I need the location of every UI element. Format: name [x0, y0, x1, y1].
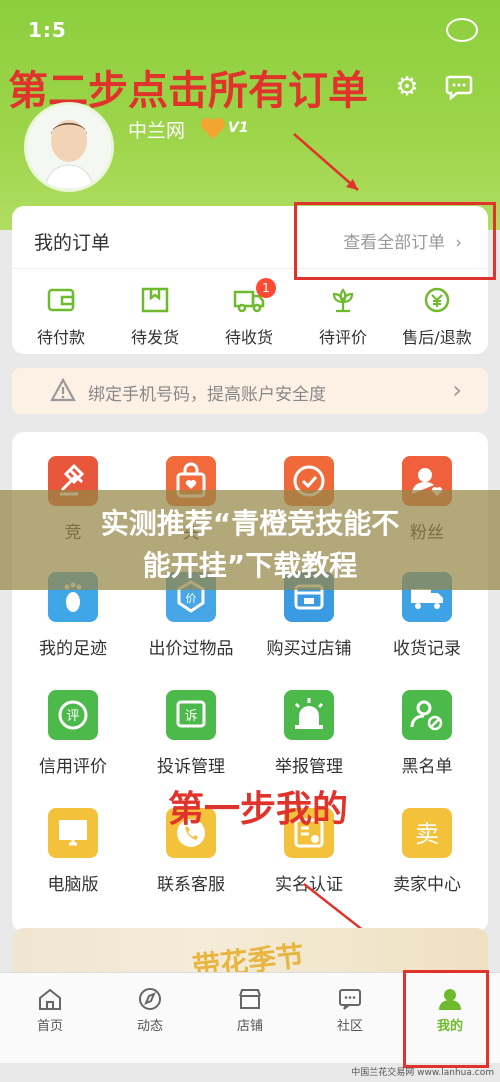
box-icon [141, 287, 169, 313]
tool-label: 出价过物品 [148, 639, 234, 659]
refund-icon [424, 287, 450, 313]
order-status-after-sales[interactable]: 售后/退款 [392, 286, 482, 348]
status-time: 1:5 [28, 18, 67, 42]
tab-label: 社区 [336, 1019, 363, 1034]
credit-icon: 评 [48, 690, 98, 740]
tool-item[interactable]: 诉 投诉管理 [132, 690, 250, 777]
annotation-box-view-all [294, 202, 496, 280]
tab-label: 首页 [36, 1019, 63, 1034]
order-status-label: 待收货 [224, 328, 273, 347]
tool-item[interactable]: 举报管理 [250, 690, 368, 777]
flower-icon [332, 288, 354, 313]
tab-label: 店铺 [236, 1019, 263, 1034]
tab-shops[interactable]: 店铺 [200, 987, 300, 1034]
order-status-pending-shipment[interactable]: 待发货 [110, 286, 200, 348]
level-badge: V1 [228, 120, 249, 136]
overlay-line-2: 能开挂”下载教程 [142, 549, 358, 582]
blacklist-icon [402, 690, 452, 740]
heart-icon [200, 117, 226, 140]
order-status-label: 售后/退款 [402, 328, 472, 347]
tool-label: 黑名单 [401, 757, 453, 777]
annotation-step1: 第一步我的 [168, 789, 349, 830]
tab-community[interactable]: 社区 [300, 987, 400, 1034]
chevron-right-icon: › [452, 376, 462, 404]
my-orders-title: 我的订单 [34, 232, 111, 254]
watermark: 中国兰花交易网 www.lanhua.com [351, 1068, 494, 1078]
title-overlay: 实测推荐“青橙竞技能不 能开挂”下载教程 [0, 490, 500, 590]
order-status-pending-payment[interactable]: 待付款 [16, 286, 106, 348]
wallet-icon [47, 288, 75, 312]
monitor-icon [48, 808, 98, 858]
shop-icon [239, 989, 261, 1009]
svg-text:评: 评 [66, 709, 79, 724]
complaint-icon: 诉 [166, 690, 216, 740]
message-icon[interactable] [444, 72, 474, 102]
username[interactable]: 中兰网 [128, 116, 185, 143]
tool-label: 举报管理 [275, 757, 343, 777]
warning-icon [50, 378, 76, 402]
tool-label: 投诉管理 [157, 757, 225, 777]
seller-icon: 卖 [402, 808, 452, 858]
settings-gear-icon[interactable]: ⚙ [392, 72, 422, 102]
order-status-pending-receipt[interactable]: 1 待收货 [204, 278, 294, 348]
tool-item[interactable]: 黑名单 [368, 690, 486, 777]
tool-label: 我的足迹 [39, 639, 107, 659]
tab-label: 动态 [136, 1019, 163, 1034]
tool-label: 收货记录 [393, 639, 461, 659]
svg-text:诉: 诉 [184, 709, 197, 724]
chat-icon [339, 989, 361, 1010]
svg-text:价: 价 [186, 592, 197, 605]
bind-phone-text: 绑定手机号码，提高账户安全度 [88, 385, 326, 405]
tool-label: 购买过店铺 [266, 639, 352, 659]
order-status-pending-review[interactable]: 待评价 [298, 286, 388, 348]
bind-phone-notice[interactable]: 绑定手机号码，提高账户安全度 › [12, 368, 488, 414]
tool-label: 联系客服 [157, 875, 225, 895]
tab-feed[interactable]: 动态 [100, 987, 200, 1034]
tool-item[interactable]: 电脑版 [14, 808, 132, 895]
overlay-line-1: 实测推荐“青橙竞技能不 [100, 507, 400, 540]
alarm-icon [284, 690, 334, 740]
profile-header: 1:5 第二步点击所有订单 ⚙ 中兰网 V1 [0, 0, 500, 230]
status-icon [446, 18, 478, 42]
avatar[interactable] [24, 102, 114, 192]
compass-icon [139, 988, 161, 1010]
svg-text:卖: 卖 [415, 820, 439, 848]
order-status-label: 待付款 [36, 328, 85, 347]
home-icon [39, 988, 61, 1010]
annotation-box-mine-tab [403, 970, 489, 1068]
tool-label: 信用评价 [39, 757, 107, 777]
tool-label: 电脑版 [47, 875, 99, 895]
order-status-label: 待评价 [318, 328, 367, 347]
annotation-arrow [293, 133, 359, 191]
tool-item[interactable]: 评 信用评价 [14, 690, 132, 777]
unread-badge: 1 [256, 278, 276, 298]
order-status-label: 待发货 [130, 328, 179, 347]
tab-home[interactable]: 首页 [0, 987, 100, 1034]
